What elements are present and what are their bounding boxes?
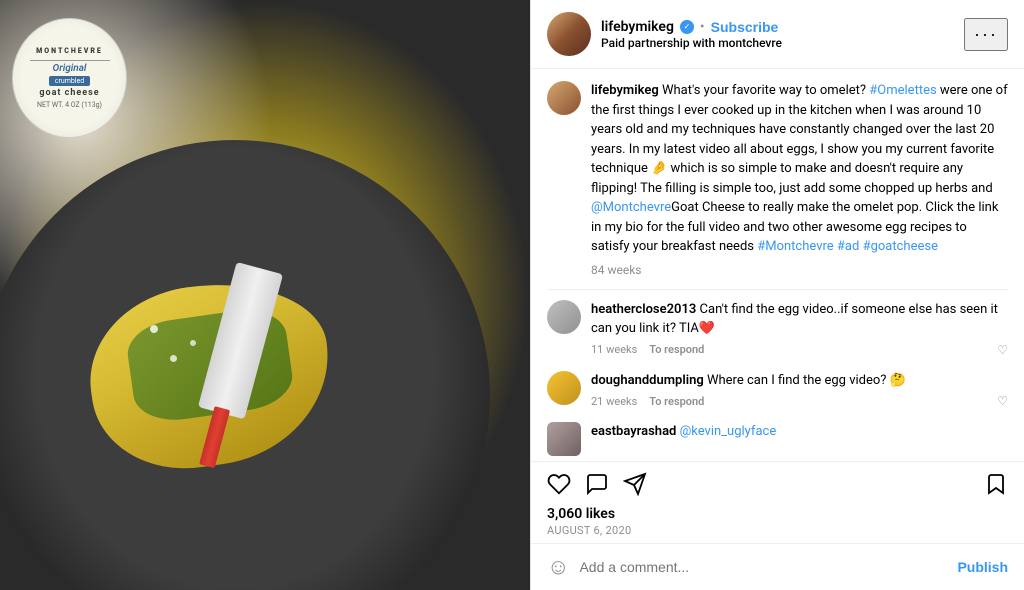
post-image: MONTCHEVRE Original crumbled goat cheese… [0,0,530,590]
like-button[interactable] [547,472,571,496]
more-options-button[interactable]: ··· [964,18,1008,51]
divider-1 [547,289,1008,290]
likes-count: 3,060 likes [547,506,1008,522]
comment-3: eastbayrashad @kevin_uglyface [547,422,1008,456]
comment-content-1: heatherclose2013 Can't find the egg vide… [591,300,1008,357]
omelet [90,285,350,465]
poster-username[interactable]: lifebymikeg [601,19,674,35]
comment-username-3[interactable]: eastbayrashad [591,424,676,439]
cheese-container: MONTCHEVRE Original crumbled goat cheese… [12,18,127,138]
caption-body: What's your favorite way to omelet? #Ome… [591,83,1008,254]
action-icons [547,472,984,496]
caption-username[interactable]: lifebymikeg [591,83,659,98]
comment-avatar-3 [547,422,581,456]
caption-content: lifebymikeg What's your favorite way to … [591,81,1008,277]
dot-separator: • [700,19,705,35]
post-header: lifebymikeg ✓ • Subscribe Paid partnersh… [531,0,1024,69]
brand-name: montchevre [718,36,782,50]
caption-time: 84 weeks [591,263,1008,277]
comment-username-1[interactable]: heatherclose2013 [591,302,696,317]
poster-avatar[interactable] [547,12,591,56]
caption-text: lifebymikeg What's your favorite way to … [591,81,1008,257]
comment-content-2: doughanddumpling Where can I find the eg… [591,371,1008,409]
comment-username-2[interactable]: doughanddumpling [591,373,704,388]
bookmark-button[interactable] [984,472,1008,496]
comment-button[interactable] [585,472,609,496]
verified-badge: ✓ [680,20,694,34]
share-button[interactable] [623,472,647,496]
comment-like-icon-1[interactable]: ♡ [997,343,1008,357]
comment-avatar-2 [547,371,581,405]
emoji-button[interactable]: ☺ [547,554,569,580]
comment-body-2: Where can I find the egg video? 🤔 [707,373,906,388]
comment-respond-1[interactable]: To respond [649,343,704,356]
comment-content-3: eastbayrashad @kevin_uglyface [591,422,1008,456]
comment-text-1: heatherclose2013 Can't find the egg vide… [591,300,1008,339]
comment-1: heatherclose2013 Can't find the egg vide… [547,300,1008,357]
post-stats: 3,060 likes August 6, 2020 [531,502,1024,543]
action-bar [531,461,1024,502]
subscribe-button[interactable]: Subscribe [711,19,779,35]
main-caption: lifebymikeg What's your favorite way to … [547,81,1008,277]
comment-avatar-1 [547,300,581,334]
comment-time-2: 21 weeks [591,395,637,408]
pan [0,140,490,590]
publish-button[interactable]: Publish [957,559,1008,575]
comment-text-2: doughanddumpling Where can I find the eg… [591,371,1008,391]
header-info: lifebymikeg ✓ • Subscribe Paid partnersh… [601,19,964,50]
comment-meta-2: 21 weeks To respond ♡ [591,394,1008,408]
content-body: lifebymikeg What's your favorite way to … [531,69,1024,461]
comment-time-1: 11 weeks [591,343,637,356]
comment-respond-2[interactable]: To respond [649,395,704,408]
paid-partnership-label: Paid partnership with montchevre [601,36,964,50]
comment-meta-1: 11 weeks To respond ♡ [591,343,1008,357]
caption-avatar [547,81,581,115]
comment-text-3: eastbayrashad @kevin_uglyface [591,422,1008,442]
comment-input[interactable] [579,559,947,575]
comment-body-3: @kevin_uglyface [680,424,777,439]
content-panel: lifebymikeg ✓ • Subscribe Paid partnersh… [530,0,1024,590]
post-date: August 6, 2020 [547,524,1008,537]
comment-2: doughanddumpling Where can I find the eg… [547,371,1008,409]
comment-input-bar: ☺ Publish [531,543,1024,590]
comment-like-icon-2[interactable]: ♡ [997,394,1008,408]
